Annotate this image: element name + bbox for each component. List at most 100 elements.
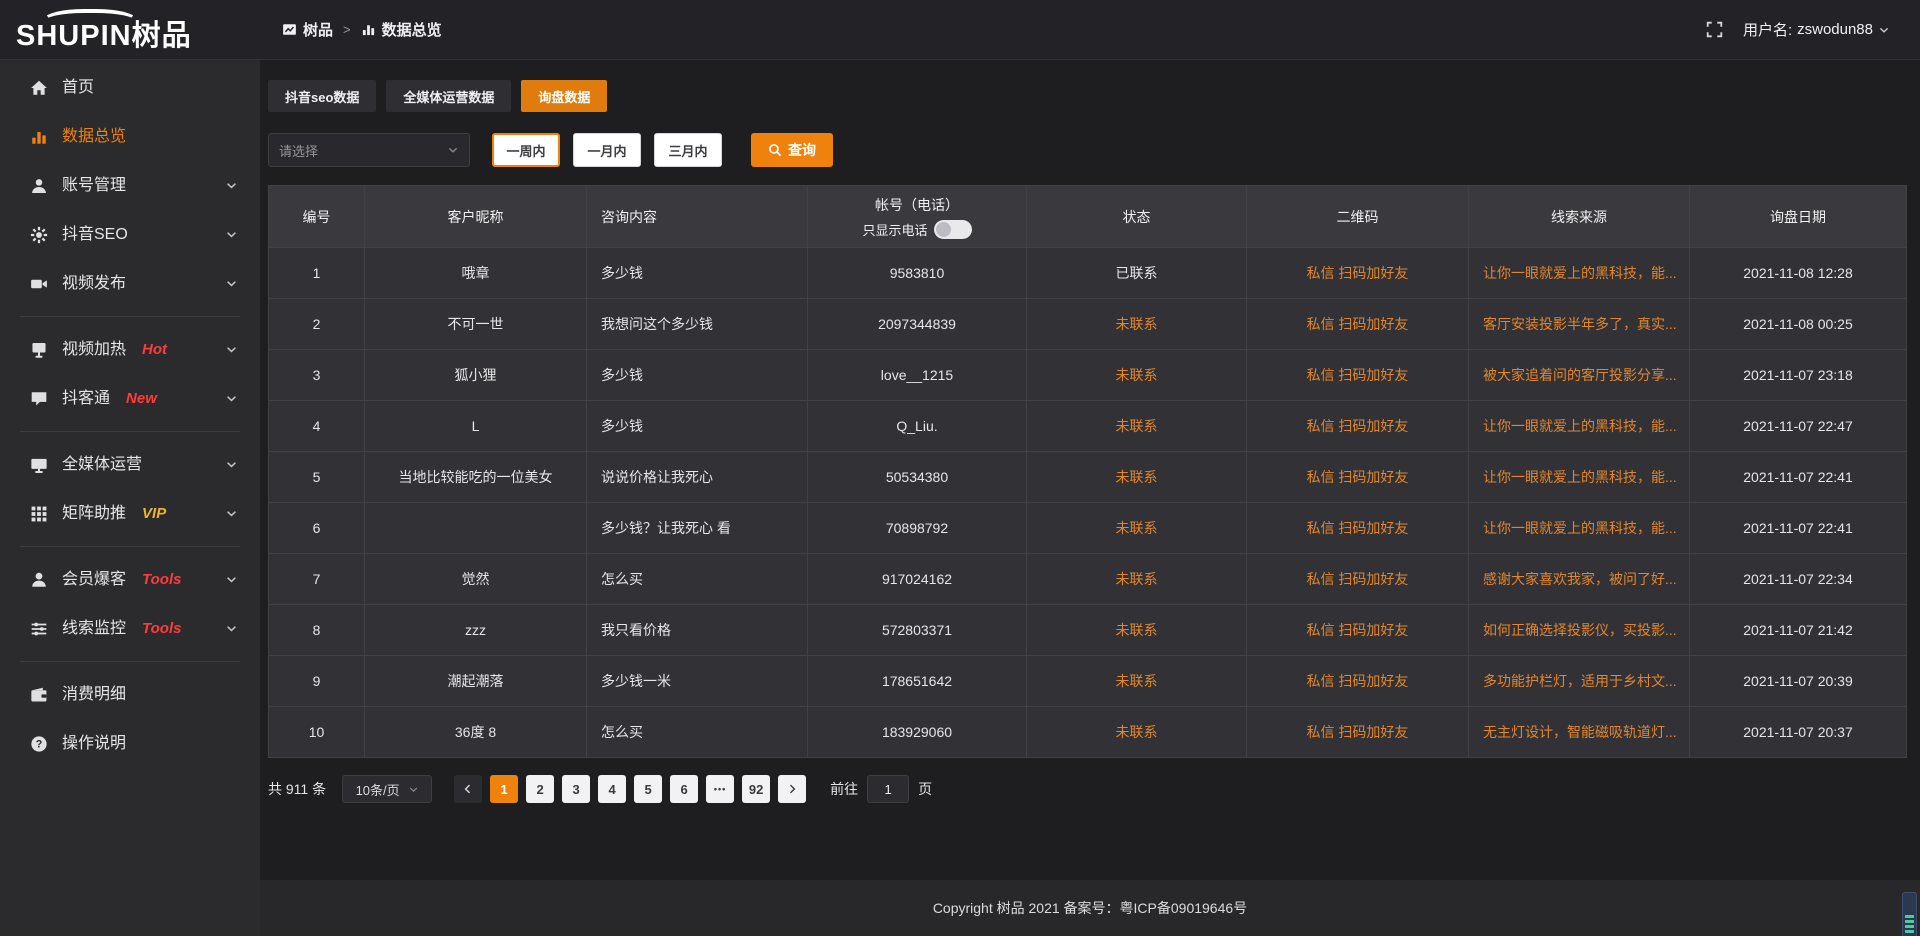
page-footer: Copyright 树品 2021 备案号：粤ICP备09019646号 <box>260 880 1920 936</box>
logo-text-cn: 树品 <box>132 20 192 52</box>
column-header: 帐号（电话）只显示电话 <box>808 186 1027 248</box>
qrcode-link[interactable]: 私信 扫码加好友 <box>1247 503 1469 554</box>
more-pages-button[interactable]: ••• <box>706 775 734 803</box>
clue-source-link[interactable]: 让你一眼就爱上的黑科技，能... <box>1469 503 1690 554</box>
row-index: 3 <box>269 350 365 401</box>
qrcode-link[interactable]: 私信 扫码加好友 <box>1247 707 1469 758</box>
clue-source-link[interactable]: 客厅安装投影半年多了，真实... <box>1469 299 1690 350</box>
sidebar-item-label: 操作说明 <box>62 734 126 753</box>
clue-source-link[interactable]: 如何正确选择投影仪，买投影... <box>1469 605 1690 656</box>
clue-source-link[interactable]: 让你一眼就爱上的黑科技，能... <box>1469 452 1690 503</box>
sidebar-item-label: 全媒体运营 <box>62 455 142 474</box>
sidebar-item-label: 线索监控 <box>62 619 126 638</box>
qrcode-link[interactable]: 私信 扫码加好友 <box>1247 554 1469 605</box>
tab-media-operation-data[interactable]: 全媒体运营数据 <box>386 80 511 112</box>
sidebar-item-media-operation[interactable]: 全媒体运营 <box>0 440 260 489</box>
pagination-pages: 123456 ••• 92 <box>454 775 814 803</box>
qrcode-link[interactable]: 私信 扫码加好友 <box>1247 248 1469 299</box>
column-header: 线索来源 <box>1469 186 1690 248</box>
phone-only-toggle[interactable] <box>934 220 972 239</box>
clue-source-link[interactable]: 让你一眼就爱上的黑科技，能... <box>1469 248 1690 299</box>
clue-source-link[interactable]: 让你一眼就爱上的黑科技，能... <box>1469 401 1690 452</box>
page-button-1[interactable]: 1 <box>490 775 518 803</box>
chevron-left-icon <box>462 783 474 795</box>
page-button-3[interactable]: 3 <box>562 775 590 803</box>
sidebar-item-douketong[interactable]: 抖客通New <box>0 374 260 423</box>
range-button-three-months[interactable]: 三月内 <box>654 133 722 167</box>
page-button-2[interactable]: 2 <box>526 775 554 803</box>
account-phone: Q_Liu. <box>808 401 1027 452</box>
pagination-goto: 前往 页 <box>830 775 932 803</box>
page-button-6[interactable]: 6 <box>670 775 698 803</box>
row-index: 8 <box>269 605 365 656</box>
sidebar-item-label: 会员爆客 <box>62 570 126 589</box>
sidebar-item-video-publish[interactable]: 视频发布 <box>0 259 260 308</box>
corner-widget[interactable] <box>1902 892 1917 936</box>
range-button-one-month[interactable]: 一月内 <box>573 133 641 167</box>
qrcode-link[interactable]: 私信 扫码加好友 <box>1247 299 1469 350</box>
page-size-select[interactable]: 10条/页 <box>342 775 432 803</box>
breadcrumb-item-home[interactable]: 树品 <box>282 19 333 40</box>
sidebar-divider <box>20 431 240 432</box>
clue-source-link[interactable]: 无主灯设计，智能磁吸轨道灯... <box>1469 707 1690 758</box>
screen-icon <box>30 456 48 474</box>
video-icon <box>30 275 48 293</box>
tab-douyin-seo-data[interactable]: 抖音seo数据 <box>268 80 376 112</box>
sidebar-item-account-management[interactable]: 账号管理 <box>0 161 260 210</box>
status: 未联系 <box>1027 707 1247 758</box>
search-button[interactable]: 查询 <box>751 133 833 167</box>
customer-nickname: 当地比较能吃的一位美女 <box>365 452 587 503</box>
qrcode-link[interactable]: 私信 扫码加好友 <box>1247 605 1469 656</box>
range-button-one-week[interactable]: 一周内 <box>492 133 560 167</box>
page-button-5[interactable]: 5 <box>634 775 662 803</box>
sidebar-item-label: 视频发布 <box>62 274 126 293</box>
search-icon <box>768 143 782 157</box>
row-index: 1 <box>269 248 365 299</box>
clue-source-link[interactable]: 感谢大家喜欢我家，被问了好... <box>1469 554 1690 605</box>
qrcode-link[interactable]: 私信 扫码加好友 <box>1247 656 1469 707</box>
page-size-label: 10条/页 <box>356 780 400 799</box>
prev-page-button[interactable] <box>454 775 482 803</box>
sidebar-item-home[interactable]: 首页 <box>0 63 260 112</box>
sidebar-item-consume-detail[interactable]: 消费明细 <box>0 670 260 719</box>
sidebar-item-clue-monitor[interactable]: 线索监控Tools <box>0 604 260 653</box>
row-index: 9 <box>269 656 365 707</box>
user-menu[interactable]: 用户名: zswodun88 <box>1743 19 1890 40</box>
column-header: 询盘日期 <box>1690 186 1907 248</box>
page-button-4[interactable]: 4 <box>598 775 626 803</box>
inquiry-date: 2021-11-07 22:41 <box>1690 452 1907 503</box>
chevron-down-icon <box>225 458 238 471</box>
fullscreen-button[interactable] <box>1706 21 1723 38</box>
sidebar-item-member-burst[interactable]: 会员爆客Tools <box>0 555 260 604</box>
customer-nickname: 潮起潮落 <box>365 656 587 707</box>
clue-source-link[interactable]: 被大家追着问的客厅投影分享... <box>1469 350 1690 401</box>
sidebar-item-operation-guide[interactable]: ?操作说明 <box>0 719 260 768</box>
sidebar-item-matrix-boost[interactable]: 矩阵助推VIP <box>0 489 260 538</box>
table-row: 7觉然怎么买917024162未联系私信 扫码加好友感谢大家喜欢我家，被问了好.… <box>269 554 1907 605</box>
gear-icon <box>30 226 48 244</box>
heat-icon <box>30 341 48 359</box>
qrcode-link[interactable]: 私信 扫码加好友 <box>1247 350 1469 401</box>
qrcode-link[interactable]: 私信 扫码加好友 <box>1247 452 1469 503</box>
wallet-icon <box>30 686 48 704</box>
page-size-chevron <box>408 784 419 795</box>
account-phone: 50534380 <box>808 452 1027 503</box>
sidebar-item-douyin-seo[interactable]: 抖音SEO <box>0 210 260 259</box>
clue-source-link[interactable]: 多功能护栏灯，适用于乡村文... <box>1469 656 1690 707</box>
sidebar-item-video-heat[interactable]: 视频加热Hot <box>0 325 260 374</box>
inquiry-content: 多少钱 <box>587 401 808 452</box>
inquiry-content: 多少钱一米 <box>587 656 808 707</box>
account-select[interactable]: 请选择 <box>268 133 470 167</box>
inquiry-content: 多少钱 <box>587 350 808 401</box>
breadcrumb-item-current[interactable]: 数据总览 <box>361 19 442 40</box>
tab-inquiry-data[interactable]: 询盘数据 <box>521 80 607 112</box>
qrcode-link[interactable]: 私信 扫码加好友 <box>1247 401 1469 452</box>
page-button-92[interactable]: 92 <box>742 775 770 803</box>
sidebar-item-badge: New <box>126 389 157 408</box>
sidebar-item-data-overview[interactable]: 数据总览 <box>0 112 260 161</box>
goto-page-input[interactable] <box>867 775 909 803</box>
topbar-right: 用户名: zswodun88 <box>1706 19 1920 40</box>
goto-prefix-label: 前往 <box>830 779 858 799</box>
next-page-button[interactable] <box>778 775 806 803</box>
inquiry-content: 说说价格让我死心 <box>587 452 808 503</box>
